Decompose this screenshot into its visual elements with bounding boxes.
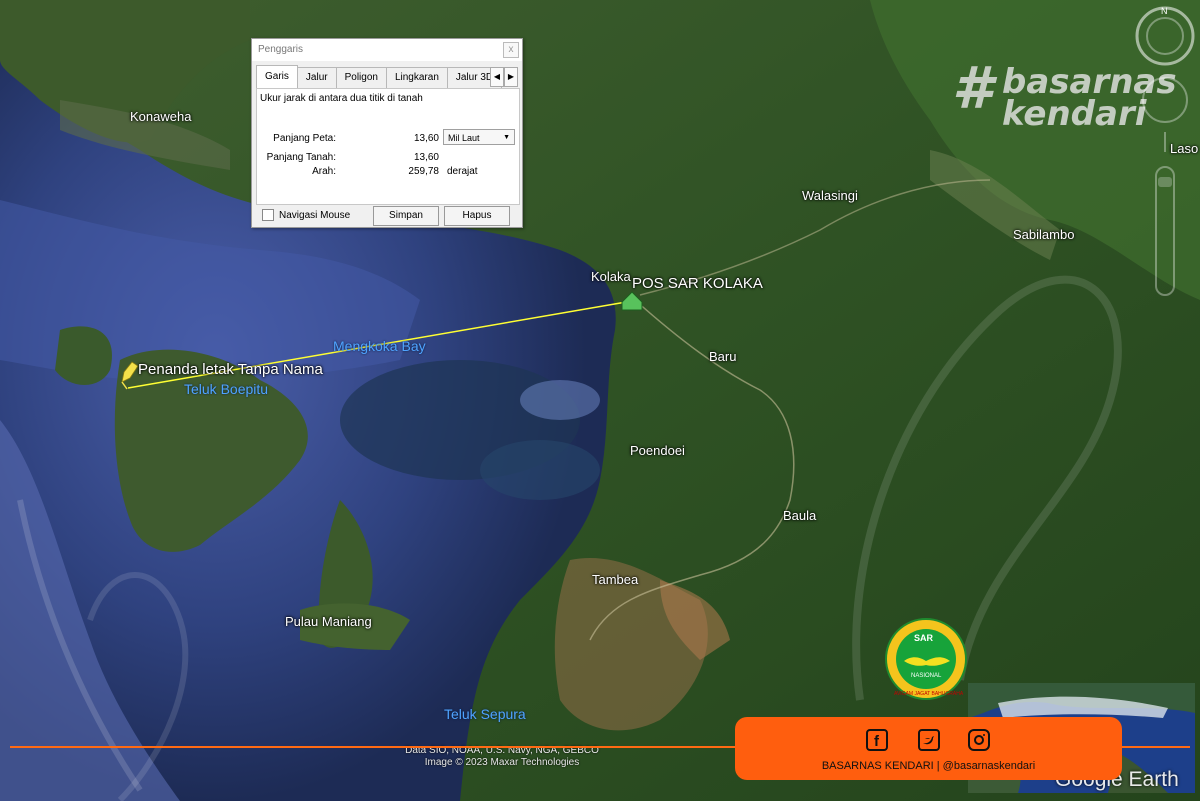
dialog-title: Penggaris — [258, 44, 304, 55]
tab-scroll: ◀ ▶ — [490, 67, 518, 87]
water-teluk-boepitu: Teluk Boepitu — [184, 381, 269, 397]
watermark-line2: kendari — [1002, 94, 1147, 134]
chevron-right-icon[interactable]: ▶ — [504, 67, 518, 87]
chevron-down-icon: ▼ — [503, 134, 510, 141]
navigation-controls: N — [1133, 2, 1197, 302]
ground-length-value: 13,60 — [413, 152, 439, 163]
map-length-value: 13,60 — [413, 133, 439, 144]
svg-text:f: f — [874, 733, 880, 749]
twitter-icon[interactable] — [918, 729, 940, 751]
placemark-unnamed[interactable]: Penanda letak Tanpa Nama — [138, 361, 323, 378]
dialog-titlebar[interactable]: Penggaris x — [252, 39, 522, 61]
ruler-dialog: Penggaris x Garis Jalur Poligon Lingkara… — [251, 38, 523, 228]
place-konaweha: Konaweha — [130, 109, 192, 124]
zoom-slider[interactable] — [1155, 132, 1175, 296]
placemark-pos-sar-kolaka[interactable]: POS SAR KOLAKA — [632, 275, 763, 292]
place-baru: Baru — [709, 349, 737, 364]
look-joystick-icon[interactable] — [1142, 77, 1188, 123]
hashtag-icon: # — [952, 54, 993, 122]
svg-text:AVIGAM JAGAT BAHUGRAHA: AVIGAM JAGAT BAHUGRAHA — [894, 691, 964, 697]
tab-garis[interactable]: Garis — [256, 65, 298, 88]
unit-select[interactable]: Mil Laut ▼ — [443, 129, 515, 145]
place-pulau-maniang: Pulau Maniang — [285, 614, 372, 629]
tab-jalur[interactable]: Jalur — [296, 67, 337, 88]
imagery-credits: Data SIO, NOAA, U.S. Navy, NGA, GEBCO Im… — [392, 745, 612, 769]
save-button[interactable]: Simpan — [373, 206, 439, 226]
credit-line-2: Image © 2023 Maxar Technologies — [424, 757, 580, 768]
place-walasingi: Walasingi — [802, 188, 858, 203]
place-kolaka: Kolaka — [591, 269, 631, 284]
place-poendoei: Poendoei — [630, 443, 685, 458]
tab-lingkaran[interactable]: Lingkaran — [385, 67, 448, 88]
tab-poligon[interactable]: Poligon — [335, 67, 387, 88]
compass-icon[interactable]: N — [1135, 6, 1195, 66]
clear-button[interactable]: Hapus — [444, 206, 510, 226]
sar-nasional-logo: SAR NASIONAL AVIGAM JAGAT BAHUGRAHA — [884, 617, 968, 701]
ruler-panel: Ukur jarak di antara dua titik di tanah … — [256, 88, 520, 205]
mouse-nav-toggle[interactable]: Navigasi Mouse — [262, 209, 350, 221]
social-banner: f BASARNAS KENDARI | @basarnaskendari — [735, 717, 1122, 780]
mouse-nav-checkbox[interactable] — [262, 209, 274, 221]
instagram-icon[interactable] — [968, 729, 990, 751]
heading-unit: derajat — [447, 166, 478, 177]
svg-text:NASIONAL: NASIONAL — [911, 673, 942, 679]
heading-value: 259,78 — [408, 166, 439, 177]
place-sabilambo: Sabilambo — [1013, 227, 1075, 242]
svg-text:SAR: SAR — [914, 633, 934, 643]
unit-select-value: Mil Laut — [448, 133, 480, 143]
close-icon[interactable]: x — [503, 42, 519, 58]
north-label: N — [1161, 6, 1168, 16]
ruler-description: Ukur jarak di antara dua titik di tanah — [260, 93, 423, 104]
chevron-left-icon[interactable]: ◀ — [490, 67, 504, 87]
mouse-nav-label: Navigasi Mouse — [279, 209, 351, 221]
place-baula: Baula — [783, 508, 817, 523]
place-tambea: Tambea — [592, 572, 639, 587]
facebook-icon[interactable]: f — [866, 729, 888, 751]
water-teluk-sepura: Teluk Sepura — [444, 706, 526, 722]
ruler-tabs: Garis Jalur Poligon Lingkaran Jalur 3D — [256, 65, 503, 88]
water-mengkoka-bay: Mengkoka Bay — [333, 338, 426, 354]
social-caption: BASARNAS KENDARI | @basarnaskendari — [821, 760, 1036, 772]
